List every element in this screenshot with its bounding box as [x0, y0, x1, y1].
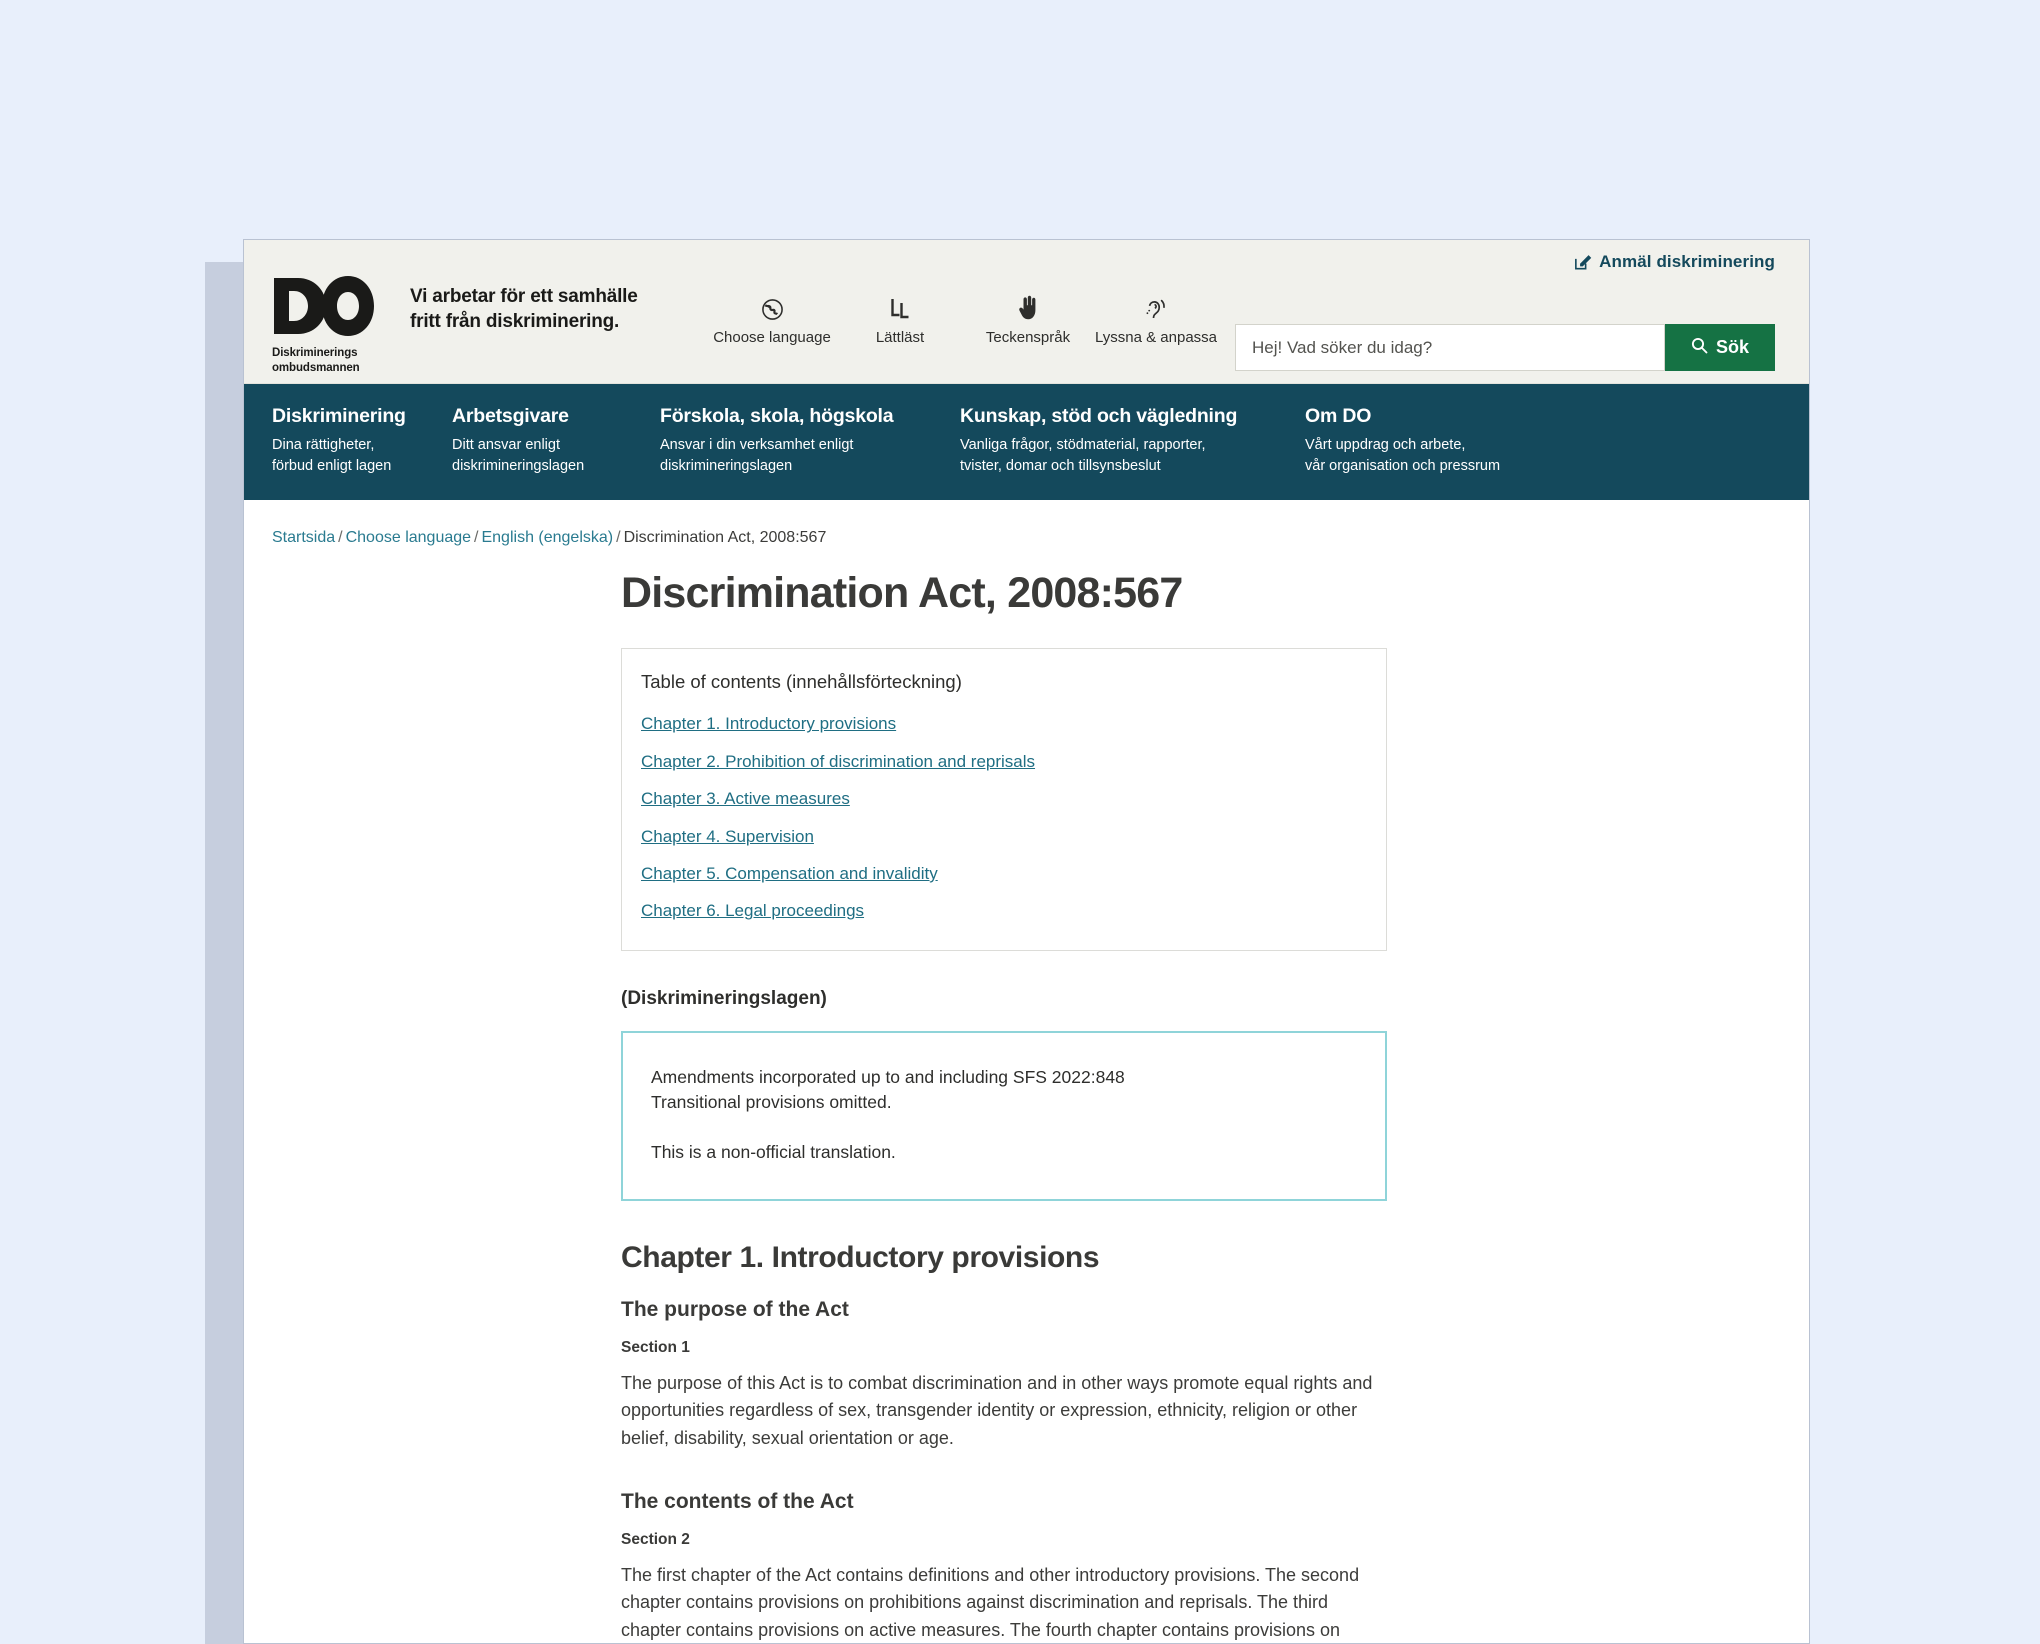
logo-subtitle-line2: ombudsmannen	[272, 361, 360, 374]
toc-link-chapter-1[interactable]: Chapter 1. Introductory provisions	[641, 714, 1367, 734]
screenshot-canvas: Anmäl diskriminering Diskriminerings omb…	[0, 0, 2040, 1644]
callout-line-2: Transitional provisions omitted.	[651, 1092, 892, 1113]
nav-item-title: Om DO	[1305, 405, 1372, 427]
easy-read-icon	[888, 294, 913, 322]
site-tagline: Vi arbetar för ett samhälle fritt från d…	[410, 274, 660, 335]
nav-item-title: Kunskap, stöd och vägledning	[960, 405, 1238, 427]
nav-item-forskola-skola-hogskola[interactable]: Förskola, skola, högskola Ansvar i din v…	[660, 405, 960, 477]
breadcrumb-current: Discrimination Act, 2008:567	[623, 529, 827, 547]
utility-label: Lättläst	[875, 329, 925, 346]
breadcrumb-item-english[interactable]: English (engelska)	[481, 529, 613, 546]
chapter-heading: Chapter 1. Introductory provisions	[621, 1240, 1100, 1274]
breadcrumb-separator: /	[338, 529, 343, 547]
callout-paragraph-1: Amendments incorporated up to and includ…	[651, 1065, 1357, 1116]
utility-label: Lyssna & anpassa	[1094, 329, 1218, 346]
nav-item-desc-line1: Dina rättigheter,	[272, 437, 375, 453]
utility-label: Teckenspråk	[985, 329, 1071, 346]
utility-lyssna-anpassa[interactable]: Lyssna & anpassa	[1092, 294, 1220, 346]
section-subheading-contents: The contents of the Act	[621, 1490, 854, 1514]
nav-item-kunskap-stod-vagledning[interactable]: Kunskap, stöd och vägledning Vanliga frå…	[960, 405, 1305, 477]
ear-listen-icon	[1143, 294, 1169, 322]
breadcrumb-separator: /	[474, 529, 479, 547]
site-logo[interactable]: Diskriminerings ombudsmannen	[272, 274, 392, 375]
report-discrimination-label: Anmäl diskriminering	[1599, 252, 1775, 271]
browser-page: Anmäl diskriminering Diskriminerings omb…	[243, 239, 1810, 1644]
utility-links: Choose language Lättläst Teckenspråk Lys…	[708, 274, 1220, 346]
nav-item-desc-line2: vår organisation och pressrum	[1305, 458, 1501, 475]
section-label-1: Section 1	[621, 1338, 690, 1356]
breadcrumb-separator: /	[616, 529, 621, 547]
toc-heading: Table of contents (innehållsförteckning)	[641, 671, 962, 693]
search-submit-button[interactable]: Sök	[1665, 324, 1775, 371]
section-text-2: The first chapter of the Act contains de…	[621, 1565, 1360, 1640]
sign-language-hand-icon	[1016, 294, 1041, 322]
breadcrumb-item-startsida[interactable]: Startsida	[272, 529, 335, 546]
toc-link-chapter-4[interactable]: Chapter 4. Supervision	[641, 827, 1367, 847]
toc-link-chapter-3[interactable]: Chapter 3. Active measures	[641, 789, 1367, 809]
nav-item-desc: Vanliga frågor, stödmaterial, rapporter,…	[960, 435, 1279, 477]
section-text-1: The purpose of this Act is to combat dis…	[621, 1372, 1373, 1448]
utility-choose-language[interactable]: Choose language	[708, 294, 836, 346]
nav-item-desc-line2: förbud enligt lagen	[272, 458, 392, 475]
breadcrumb: Startsida / Choose language / English (engel…	[244, 500, 1809, 547]
section-subheading-purpose: The purpose of the Act	[621, 1297, 849, 1321]
nav-item-desc: Ansvar i din verksamhet enligt diskrimin…	[660, 435, 934, 477]
edit-square-icon	[1573, 253, 1592, 272]
page-content: Startsida / Choose language / English (engel…	[244, 500, 1809, 1643]
tagline-line-2: fritt från diskriminering.	[410, 311, 620, 333]
article: Discrimination Act, 2008:567 Table of co…	[621, 547, 1387, 1643]
breadcrumb-item-choose-language[interactable]: Choose language	[346, 529, 471, 546]
table-of-contents: Table of contents (innehållsförteckning)…	[621, 648, 1387, 951]
nav-item-title: Förskola, skola, högskola	[660, 405, 894, 427]
site-header: Anmäl diskriminering Diskriminerings omb…	[244, 240, 1809, 384]
nav-item-desc-line2: diskrimineringslagen	[660, 458, 793, 475]
nav-item-desc-line1: Vårt uppdrag och arbete,	[1305, 437, 1466, 453]
utility-teckensprak[interactable]: Teckenspråk	[964, 294, 1092, 346]
nav-item-desc-line1: Ansvar i din verksamhet enligt	[660, 437, 854, 453]
search-input[interactable]	[1235, 324, 1665, 371]
tagline-line-1: Vi arbetar för ett samhälle	[410, 286, 638, 307]
nav-item-title: Arbetsgivare	[452, 405, 569, 427]
nav-item-desc-line2: tvister, domar och tillsynsbeslut	[960, 458, 1161, 475]
logo-subtitle-line1: Diskriminerings	[272, 347, 358, 359]
search-icon	[1691, 337, 1708, 359]
nav-item-desc: Vårt uppdrag och arbete, vår organisatio…	[1305, 435, 1579, 477]
nav-item-desc: Ditt ansvar enligt diskrimineringslagen	[452, 435, 634, 477]
main-navigation: Diskriminering Dina rättigheter, förbud …	[244, 384, 1809, 501]
report-discrimination-link[interactable]: Anmäl diskriminering	[1573, 252, 1775, 272]
site-search: Sök	[1235, 324, 1775, 371]
toc-link-chapter-6[interactable]: Chapter 6. Legal proceedings	[641, 901, 1367, 921]
nav-item-om-do[interactable]: Om DO Vårt uppdrag och arbete, vår organ…	[1305, 405, 1605, 477]
do-logo-mark	[272, 276, 392, 341]
nav-item-desc-line1: Ditt ansvar enligt	[452, 437, 560, 453]
nav-item-diskriminering[interactable]: Diskriminering Dina rättigheter, förbud …	[244, 405, 452, 477]
nav-item-desc: Dina rättigheter, förbud enligt lagen	[272, 435, 426, 477]
nav-item-desc-line1: Vanliga frågor, stödmaterial, rapporter,	[960, 437, 1206, 453]
callout-line-1: Amendments incorporated up to and includ…	[651, 1066, 1125, 1087]
swedish-act-title: (Diskrimineringslagen)	[621, 987, 827, 1009]
search-button-label: Sök	[1715, 337, 1749, 357]
callout-paragraph-2: This is a non-official translation.	[651, 1141, 896, 1162]
globe-icon	[760, 294, 785, 322]
translation-notice-callout: Amendments incorporated up to and includ…	[621, 1030, 1387, 1201]
header-main-row: Diskriminerings ombudsmannen Vi arbetar …	[244, 274, 1809, 384]
utility-lattlast[interactable]: Lättläst	[836, 294, 964, 346]
toc-link-chapter-2[interactable]: Chapter 2. Prohibition of discrimination…	[641, 752, 1367, 772]
nav-item-desc-line2: diskrimineringslagen	[452, 458, 585, 475]
logo-subtitle: Diskriminerings ombudsmannen	[272, 346, 392, 375]
nav-item-title: Diskriminering	[272, 405, 406, 427]
toc-link-chapter-5[interactable]: Chapter 5. Compensation and invalidity	[641, 864, 1367, 884]
section-label-2: Section 2	[621, 1531, 690, 1549]
utility-label: Choose language	[713, 329, 831, 346]
nav-item-arbetsgivare[interactable]: Arbetsgivare Ditt ansvar enligt diskrimi…	[452, 405, 660, 477]
page-title: Discrimination Act, 2008:567	[621, 569, 1183, 618]
